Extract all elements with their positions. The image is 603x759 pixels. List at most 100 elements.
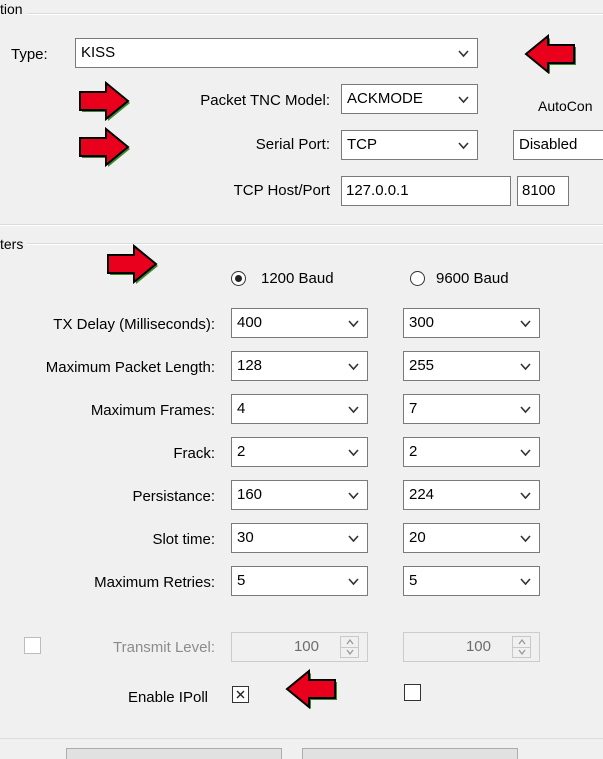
param-label: TX Delay (Milliseconds):	[53, 316, 215, 333]
param-label: Maximum Frames:	[90, 402, 215, 419]
params-group-border-highlight	[0, 244, 603, 245]
baud-1200-radio[interactable]: 1200 Baud	[231, 268, 371, 290]
param-1200-select[interactable]: 5	[231, 566, 368, 596]
param-9600-select[interactable]: 20	[403, 523, 540, 553]
top-group-caption: tion	[0, 1, 27, 17]
type-label: Type:	[11, 46, 48, 63]
chevron-down-icon	[348, 578, 359, 586]
chevron-down-icon	[348, 363, 359, 371]
transmit-level-checkbox[interactable]	[24, 637, 41, 654]
chevron-down-icon	[520, 363, 531, 371]
spin-up-icon	[346, 639, 354, 645]
param-1200-select[interactable]: 400	[231, 308, 368, 338]
bottom-button-left[interactable]	[66, 748, 282, 759]
enable-ipoll-1200-checkbox[interactable]	[232, 686, 249, 703]
param-label: Maximum Retries:	[94, 574, 215, 591]
tcp-host-value: 127.0.0.1	[346, 182, 409, 199]
param-9600-select[interactable]: 255	[403, 351, 540, 381]
param-9600-value: 20	[409, 529, 426, 546]
chevron-down-icon	[458, 96, 469, 104]
chevron-down-icon	[520, 578, 531, 586]
type-select[interactable]: KISS	[75, 38, 478, 68]
spin-down-icon	[346, 649, 354, 655]
params-group-bottom-border	[0, 738, 603, 739]
param-1200-select[interactable]: 160	[231, 480, 368, 510]
param-9600-select[interactable]: 224	[403, 480, 540, 510]
params-group-caption: ters	[0, 236, 28, 252]
tcp-port-value: 8100	[522, 182, 556, 199]
serial-extra-select[interactable]: Disabled	[513, 130, 603, 160]
spin-buttons[interactable]	[512, 636, 531, 658]
red-arrow-right-icon	[79, 81, 130, 121]
param-9600-value: 2	[409, 443, 418, 460]
serial-port-select[interactable]: TCP	[341, 130, 478, 160]
spin-up-icon	[518, 639, 526, 645]
serial-extra-value: Disabled	[519, 136, 578, 153]
transmit-level-9600-spinner[interactable]: 100	[403, 632, 540, 662]
param-9600-select[interactable]: 2	[403, 437, 540, 467]
chevron-down-icon	[520, 406, 531, 414]
chevron-down-icon	[520, 320, 531, 328]
serial-port-value: TCP	[347, 136, 377, 153]
chevron-down-icon	[520, 449, 531, 457]
enable-ipoll-label: Enable IPoll	[127, 689, 208, 706]
red-arrow-left-icon	[285, 669, 337, 709]
transmit-level-9600-value: 100	[465, 638, 491, 655]
radio-dot	[235, 275, 242, 282]
transmit-level-1200-value: 100	[293, 638, 319, 655]
param-1200-select[interactable]: 4	[231, 394, 368, 424]
radio-circle	[410, 271, 425, 286]
baud-9600-radio[interactable]: 9600 Baud	[410, 268, 550, 290]
chevron-down-icon	[348, 406, 359, 414]
param-1200-value: 4	[237, 400, 246, 417]
red-arrow-left-icon	[524, 34, 576, 74]
chevron-down-icon	[520, 492, 531, 500]
param-1200-select[interactable]: 30	[231, 523, 368, 553]
param-9600-select[interactable]: 300	[403, 308, 540, 338]
param-9600-select[interactable]: 5	[403, 566, 540, 596]
spin-buttons[interactable]	[340, 636, 359, 658]
param-1200-select[interactable]: 128	[231, 351, 368, 381]
chevron-down-icon	[458, 50, 469, 58]
spin-divider	[341, 647, 358, 648]
chevron-down-icon	[348, 492, 359, 500]
radio-circle-selected	[231, 271, 246, 286]
chevron-down-icon	[348, 449, 359, 457]
param-1200-value: 5	[237, 572, 246, 589]
tnc-model-value: ACKMODE	[347, 90, 423, 107]
tnc-model-select[interactable]: ACKMODE	[341, 84, 478, 114]
checkmark-x-icon	[236, 690, 245, 699]
top-group-border-highlight	[0, 14, 603, 15]
param-9600-value: 7	[409, 400, 418, 417]
param-1200-value: 128	[237, 357, 263, 374]
param-1200-value: 400	[237, 314, 263, 331]
chevron-down-icon	[520, 535, 531, 543]
param-9600-select[interactable]: 7	[403, 394, 540, 424]
param-9600-value: 300	[409, 314, 435, 331]
red-arrow-right-icon	[107, 244, 158, 284]
param-1200-value: 30	[237, 529, 254, 546]
baud-1200-label: 1200 Baud	[261, 270, 334, 287]
tcp-port-input[interactable]: 8100	[517, 176, 569, 206]
tcp-host-input[interactable]: 127.0.0.1	[341, 176, 511, 206]
param-1200-value: 160	[237, 486, 263, 503]
transmit-level-label: Transmit Level:	[113, 639, 215, 656]
red-arrow-right-icon	[79, 127, 130, 167]
param-9600-value: 255	[409, 357, 435, 374]
chevron-down-icon	[458, 142, 469, 150]
type-select-value: KISS	[81, 44, 116, 61]
transmit-level-1200-spinner[interactable]: 100	[231, 632, 368, 662]
param-1200-value: 2	[237, 443, 246, 460]
spin-divider	[513, 647, 530, 648]
param-1200-select[interactable]: 2	[231, 437, 368, 467]
baud-9600-label: 9600 Baud	[436, 270, 509, 287]
bottom-button-right[interactable]	[302, 748, 518, 759]
param-label: Frack:	[173, 445, 215, 462]
param-9600-value: 5	[409, 572, 418, 589]
autocon-label: AutoCon	[538, 98, 593, 114]
enable-ipoll-9600-checkbox[interactable]	[404, 684, 421, 701]
param-label: Maximum Packet Length:	[45, 359, 215, 376]
spin-down-icon	[518, 649, 526, 655]
param-label: Slot time:	[152, 531, 215, 548]
chevron-down-icon	[348, 535, 359, 543]
